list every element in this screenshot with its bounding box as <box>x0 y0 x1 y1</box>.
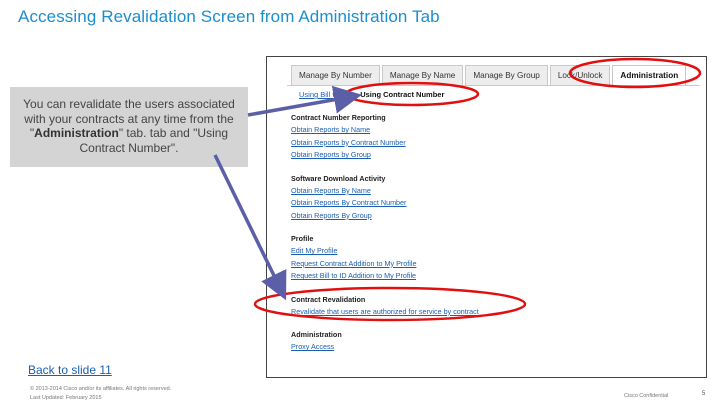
link-edit-my-profile[interactable]: Edit My Profile <box>291 245 691 258</box>
page-number: 5 <box>702 391 706 397</box>
link-download-reports-by-contract-number[interactable]: Obtain Reports By Contract Number <box>291 197 691 210</box>
callout-bold-text: Administration <box>34 126 119 140</box>
section-contract-revalidation: Contract Revalidation Revalidate that us… <box>291 295 691 319</box>
section-heading: Software Download Activity <box>291 173 386 183</box>
tab-manage-by-group[interactable]: Manage By Group <box>465 65 548 86</box>
footer-copyright: © 2013-2014 Cisco and/or its affiliates.… <box>30 386 172 392</box>
link-obtain-reports-by-contract-number[interactable]: Obtain Reports by Contract Number <box>291 137 691 150</box>
callout-box: You can revalidate the users associated … <box>10 87 248 167</box>
admin-content: Contract Number Reporting Obtain Reports… <box>291 113 691 366</box>
section-heading: Administration <box>291 330 342 339</box>
tab-administration[interactable]: Administration <box>612 65 687 86</box>
tab-lock-unlock[interactable]: Lock/Unlock <box>549 65 611 86</box>
link-request-contract-addition[interactable]: Request Contract Addition to My Profile <box>291 258 691 271</box>
section-heading: Contract Revalidation <box>291 294 366 304</box>
embedded-screenshot: Manage By Number Manage By Name Manage B… <box>266 56 707 378</box>
footer-confidential: Cisco Confidential <box>624 393 669 399</box>
link-obtain-reports-by-name[interactable]: Obtain Reports by Name <box>291 124 691 137</box>
section-administration: Administration Proxy Access <box>291 330 691 354</box>
tab-manage-by-name[interactable]: Manage By Name <box>381 65 464 86</box>
link-download-reports-by-group[interactable]: Obtain Reports By Group <box>291 210 691 223</box>
slide-title: Accessing Revalidation Screen from Admin… <box>18 7 440 26</box>
footer-left: © 2013-2014 Cisco and/or its affiliates.… <box>30 385 171 403</box>
section-heading: Contract Number Reporting <box>291 113 386 122</box>
section-software-download-activity: Software Download Activity Obtain Report… <box>291 174 691 223</box>
subtab-bar: Using Bill to ID Using Contract Number <box>299 90 456 99</box>
tab-divider <box>287 85 700 86</box>
link-revalidate-users[interactable]: Revalidate that users are authorized for… <box>291 306 691 319</box>
tab-manage-by-number[interactable]: Manage By Number <box>291 65 380 86</box>
link-request-bill-to-id-addition[interactable]: Request Bill to ID Addition to My Profil… <box>291 270 691 283</box>
link-obtain-reports-by-group[interactable]: Obtain Reports by Group <box>291 149 691 162</box>
tab-bar: Manage By Number Manage By Name Manage B… <box>291 65 688 87</box>
link-proxy-access[interactable]: Proxy Access <box>291 341 691 354</box>
subtab-using-bill-to-id[interactable]: Using Bill to ID <box>299 90 348 99</box>
back-to-slide-link[interactable]: Back to slide 11 <box>28 363 112 377</box>
link-download-reports-by-name[interactable]: Obtain Reports By Name <box>291 185 691 198</box>
footer-updated: Last Updated: February 2015 <box>30 395 102 401</box>
section-contract-number-reporting: Contract Number Reporting Obtain Reports… <box>291 113 691 162</box>
subtab-using-contract-number[interactable]: Using Contract Number <box>360 90 444 99</box>
section-heading: Profile <box>291 234 314 243</box>
section-profile: Profile Edit My Profile Request Contract… <box>291 234 691 283</box>
